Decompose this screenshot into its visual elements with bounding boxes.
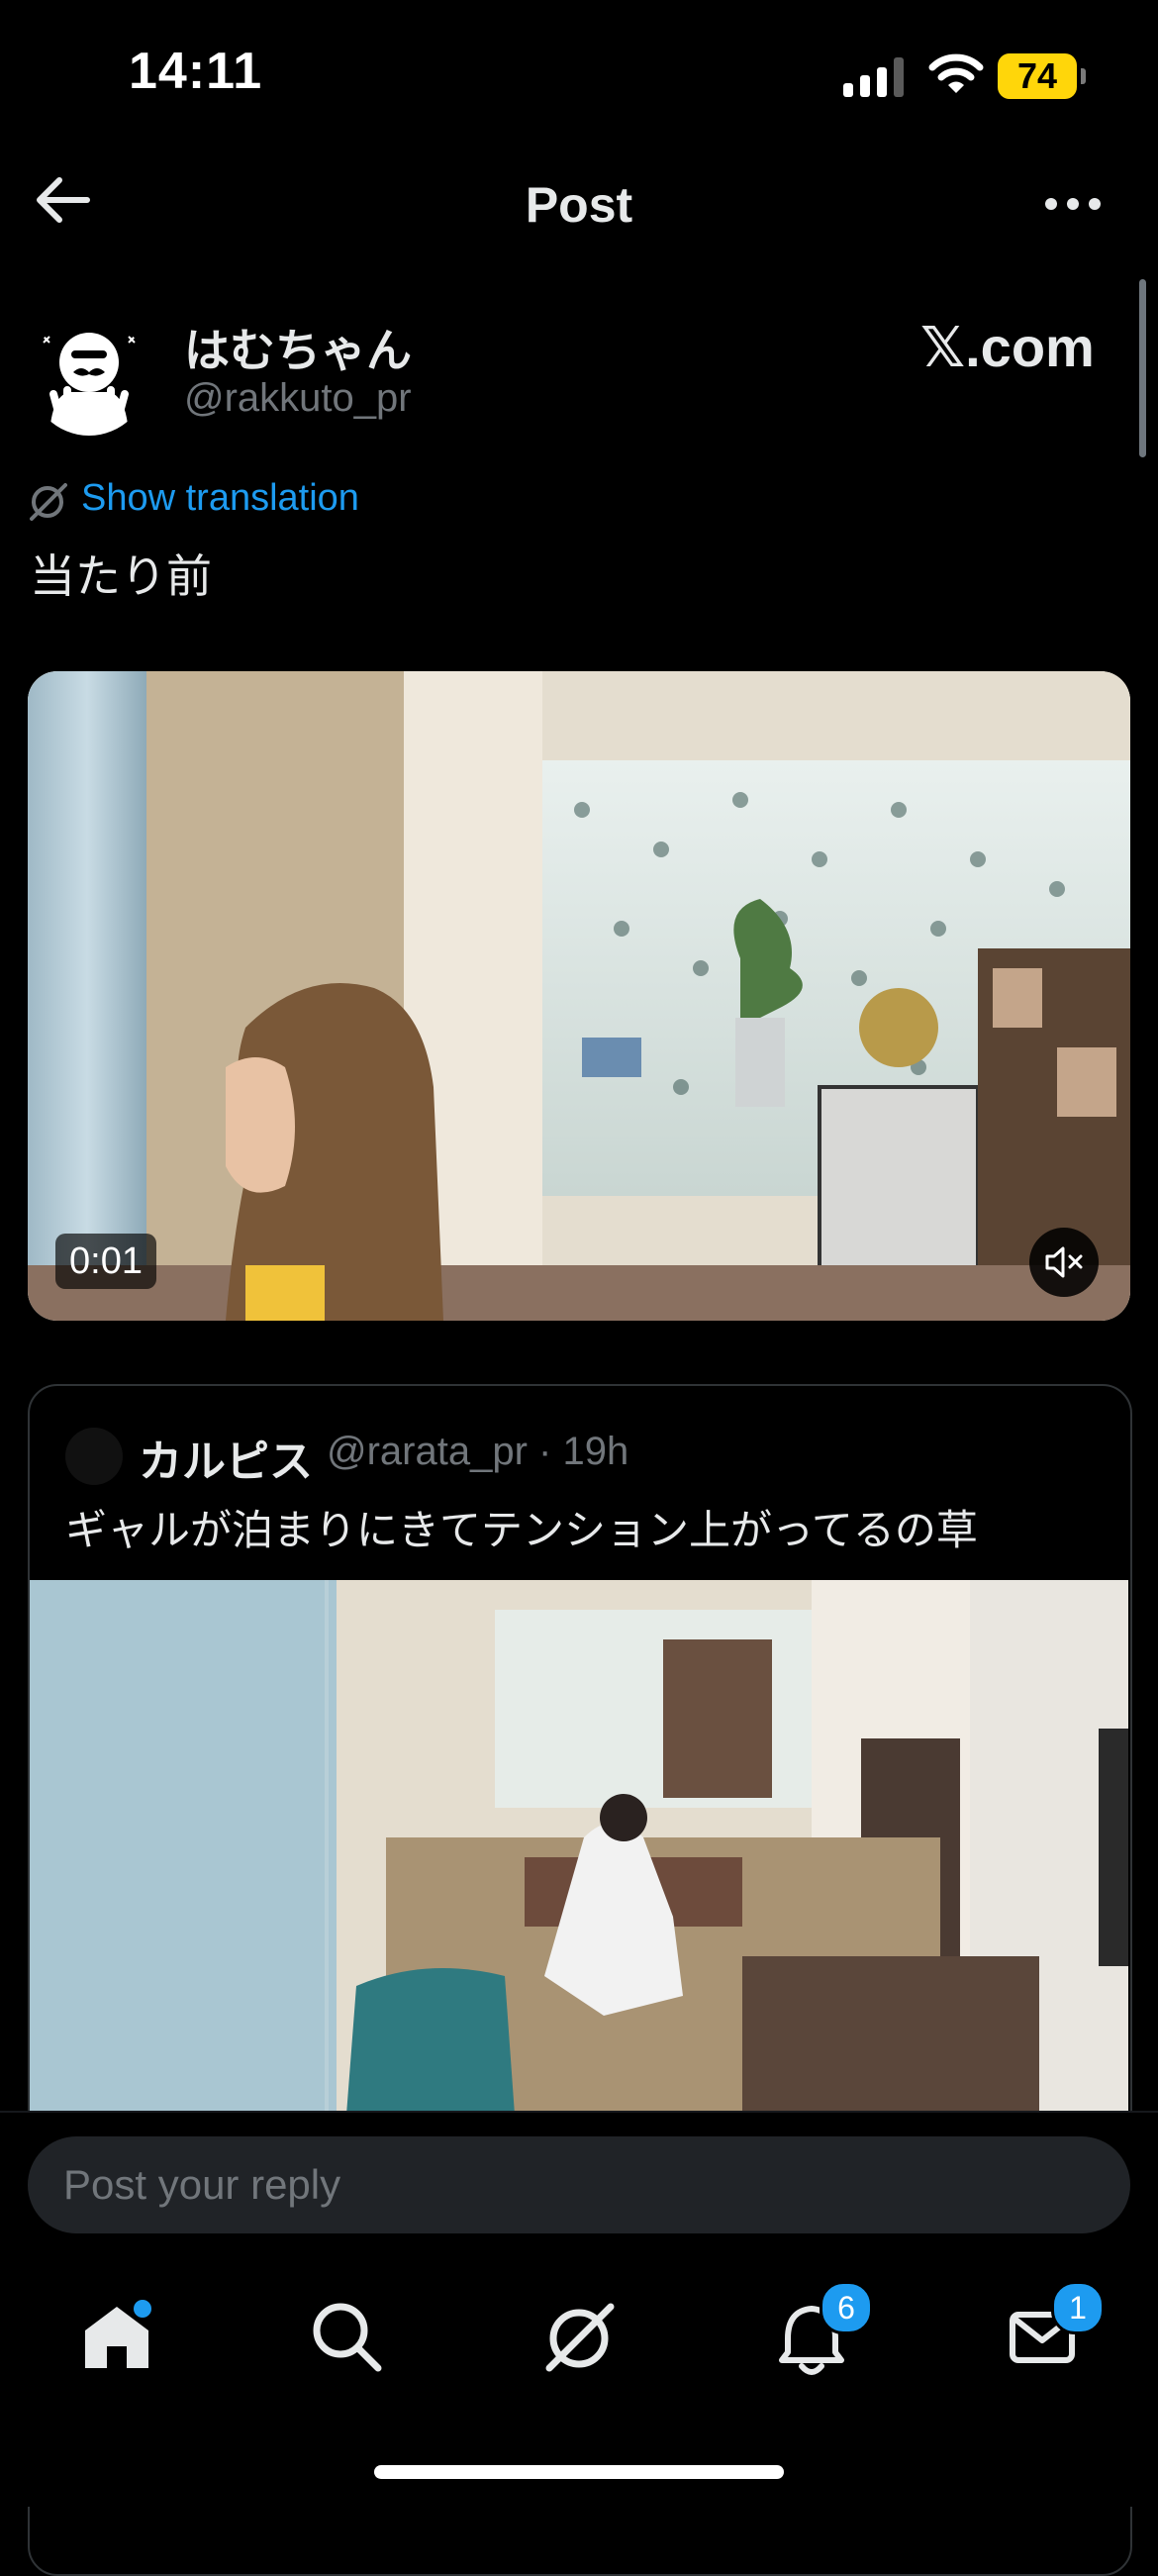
- status-clock: 14:11: [129, 43, 263, 100]
- x-logo: 𝕏.com: [920, 316, 1095, 378]
- page-title: Post: [525, 177, 633, 233]
- messages-badge: 1: [1051, 2281, 1105, 2334]
- show-translation-link[interactable]: Show translation: [81, 477, 359, 520]
- cellular-signal-icon: [843, 57, 904, 97]
- battery-icon: 74: [998, 53, 1086, 99]
- translate-icon: [30, 483, 67, 521]
- wifi-icon: [928, 53, 984, 93]
- quote-author-avatar: [65, 1428, 123, 1485]
- reply-input[interactable]: [28, 2136, 1130, 2233]
- author-avatar[interactable]: [30, 317, 148, 436]
- search-icon[interactable]: [297, 2287, 396, 2386]
- post-text: 当たり前: [30, 550, 212, 602]
- post-video[interactable]: [28, 671, 1130, 1321]
- home-icon[interactable]: [67, 2287, 166, 2386]
- author-name[interactable]: はむちゃん: [184, 315, 412, 380]
- battery-level: 74: [1016, 55, 1058, 96]
- muted-speaker-icon[interactable]: [1029, 1228, 1099, 1297]
- quote-author-handle: @rarata_pr · 19h: [327, 1430, 629, 1473]
- video-duration: 0:01: [55, 1234, 156, 1289]
- author-handle[interactable]: @rakkuto_pr: [184, 376, 412, 421]
- quoted-video[interactable]: [30, 1580, 1128, 2115]
- notifications-badge: 6: [820, 2281, 873, 2334]
- quote-text: ギャルが泊まりにきてテンション上がってるの草: [65, 1507, 978, 1553]
- more-options-icon[interactable]: [1041, 184, 1105, 224]
- scrollbar[interactable]: [1139, 279, 1146, 457]
- quote-author-name: カルピス: [139, 1437, 313, 1486]
- home-indicator[interactable]: [374, 2465, 784, 2479]
- grok-icon[interactable]: [530, 2287, 628, 2386]
